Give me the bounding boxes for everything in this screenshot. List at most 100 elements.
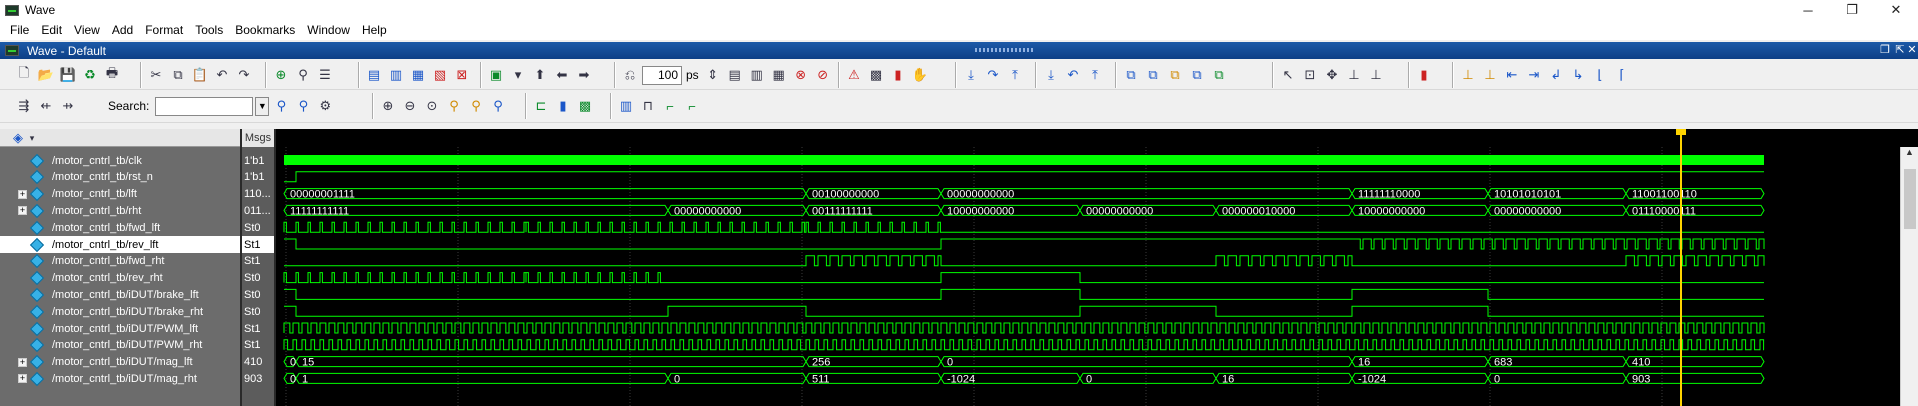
signal-row[interactable]: /motor_cntrl_tb/rev_lft	[0, 236, 240, 253]
expand-toggle-icon[interactable]: +	[18, 374, 27, 384]
next-transition-icon[interactable]: ⇥	[1524, 65, 1544, 85]
zoom-last-icon[interactable]: ⚲	[466, 96, 486, 116]
expand-toggle-icon[interactable]: +	[18, 357, 27, 367]
step-icon[interactable]: ⤓	[961, 65, 981, 85]
expand-all-icon[interactable]: ⇸	[58, 96, 78, 116]
run-length-input[interactable]	[642, 65, 682, 85]
wave-display-4-icon[interactable]: ⌐	[682, 96, 702, 116]
restore-pane-icon[interactable]: ❐	[1878, 43, 1892, 57]
menu-format[interactable]: Format	[139, 23, 189, 37]
close-pane-icon[interactable]: ✕	[1905, 43, 1918, 57]
print-icon[interactable]: 🖶	[102, 65, 122, 85]
restart-icon[interactable]: ⎌	[620, 65, 640, 85]
stop-wave-icon[interactable]: ▮	[1414, 65, 1434, 85]
edit-mode-2-icon[interactable]: ⊥	[1366, 65, 1386, 85]
menu-add[interactable]: Add	[106, 23, 139, 37]
signal-row[interactable]: /motor_cntrl_tb/rst_n	[0, 169, 240, 186]
signal-row[interactable]: /motor_cntrl_tb/fwd_rht	[0, 253, 240, 270]
layout-4-icon[interactable]: ⧉	[1187, 65, 1207, 85]
add-icon[interactable]: ⊕	[271, 65, 291, 85]
step-out-icon[interactable]: ⤒	[1005, 65, 1025, 85]
up-arrow-icon[interactable]: ⬆	[530, 65, 550, 85]
zoom-region-icon[interactable]: ▣	[486, 65, 506, 85]
hand-icon[interactable]: ✋	[910, 65, 930, 85]
search-input[interactable]	[155, 96, 254, 116]
step-back-out-icon[interactable]: ⤒	[1085, 65, 1105, 85]
minimize-button[interactable]: ─	[1786, 0, 1830, 20]
wave-format-2-icon[interactable]: ▮	[553, 96, 573, 116]
open-folder-icon[interactable]: 📂	[36, 65, 56, 85]
signal-row[interactable]: /motor_cntrl_tb/clk	[0, 152, 240, 169]
wave-clear-icon[interactable]: ⊠	[452, 65, 472, 85]
layout-5-icon[interactable]: ⧉	[1209, 65, 1229, 85]
wave-delete-icon[interactable]: ▧	[430, 65, 450, 85]
vertical-scrollbar[interactable]: ▲	[1900, 147, 1918, 406]
coverage-icon[interactable]: ▮	[888, 65, 908, 85]
search-dropdown-icon[interactable]: ▼	[255, 96, 270, 116]
left-arrow-icon[interactable]: ⬅	[552, 65, 572, 85]
prev-edge-icon[interactable]: ↲	[1546, 65, 1566, 85]
redo-icon[interactable]: ↷	[234, 65, 254, 85]
signal-row[interactable]: /motor_cntrl_tb/iDUT/brake_rht	[0, 303, 240, 320]
menu-help[interactable]: Help	[356, 23, 393, 37]
new-file-icon[interactable]: 🗋	[14, 65, 34, 85]
step-back-icon[interactable]: ⤓	[1041, 65, 1061, 85]
cut-icon[interactable]: ✂	[146, 65, 166, 85]
zoom-full-icon[interactable]: ⊙	[422, 96, 442, 116]
menu-view[interactable]: View	[68, 23, 106, 37]
format-icon[interactable]: ▤	[364, 65, 384, 85]
expand-toggle-icon[interactable]: +	[18, 189, 27, 199]
layout-2-icon[interactable]: ⧉	[1143, 65, 1163, 85]
expand-toggle-icon[interactable]: +	[18, 206, 27, 216]
menu-file[interactable]: File	[4, 23, 35, 37]
scroll-thumb[interactable]	[1904, 169, 1916, 229]
edit-mode-icon[interactable]: ⊥	[1344, 65, 1364, 85]
select-mode-icon[interactable]: ↖	[1278, 65, 1298, 85]
signal-row[interactable]: /motor_cntrl_tb/fwd_lft	[0, 219, 240, 236]
expand-icon[interactable]: ⇶	[14, 96, 34, 116]
zoom-cursor-icon[interactable]: ⚲	[444, 96, 464, 116]
wave-format-3-icon[interactable]: ▩	[575, 96, 595, 116]
save-icon[interactable]: 💾	[58, 65, 78, 85]
menu-edit[interactable]: Edit	[35, 23, 68, 37]
wave-display-2-icon[interactable]: ⊓	[638, 96, 658, 116]
step-back-over-icon[interactable]: ↶	[1063, 65, 1083, 85]
continue-icon[interactable]: ▥	[747, 65, 767, 85]
close-button[interactable]: ✕	[1874, 0, 1918, 20]
insert-cursor-icon[interactable]: ⊥	[1458, 65, 1478, 85]
wave-display-3-icon[interactable]: ⌐	[660, 96, 680, 116]
delete-cursor-icon[interactable]: ⊥	[1480, 65, 1500, 85]
signal-row[interactable]: /motor_cntrl_tb/iDUT/brake_lft	[0, 286, 240, 303]
scroll-up-icon[interactable]: ▲	[1901, 147, 1918, 163]
signal-row[interactable]: + /motor_cntrl_tb/rht	[0, 202, 240, 219]
search-next-icon[interactable]: ⚲	[293, 96, 313, 116]
search-prev-icon[interactable]: ⚲	[271, 96, 291, 116]
menu-bookmarks[interactable]: Bookmarks	[229, 23, 301, 37]
layout-1-icon[interactable]: ⧉	[1121, 65, 1141, 85]
run-icon[interactable]: ▤	[725, 65, 745, 85]
menu-tools[interactable]: Tools	[189, 23, 229, 37]
collapse-icon[interactable]: ⇷	[36, 96, 56, 116]
stop-icon[interactable]: ⊘	[813, 65, 833, 85]
waveform-canvas[interactable]: 00000001111 00100000000 00000000000 1111111…	[276, 129, 1900, 406]
signal-row[interactable]: + /motor_cntrl_tb/iDUT/mag_lft	[0, 354, 240, 371]
wave-paste-icon[interactable]: ▦	[408, 65, 428, 85]
zoom-mode-icon[interactable]: ⊡	[1300, 65, 1320, 85]
layout-3-icon[interactable]: ⧉	[1165, 65, 1185, 85]
right-arrow-icon[interactable]: ➡	[574, 65, 594, 85]
signal-row[interactable]: + /motor_cntrl_tb/iDUT/mag_rht	[0, 370, 240, 387]
search-options-icon[interactable]: ⚙	[315, 96, 335, 116]
memory-icon[interactable]: ▩	[866, 65, 886, 85]
menu-window[interactable]: Window	[301, 23, 356, 37]
find-icon[interactable]: ⚲	[293, 65, 313, 85]
step-over-icon[interactable]: ↷	[983, 65, 1003, 85]
wave-copy-icon[interactable]: ▥	[386, 65, 406, 85]
signal-row[interactable]: /motor_cntrl_tb/iDUT/PWM_rht	[0, 337, 240, 354]
performance-icon[interactable]: ⚠	[844, 65, 864, 85]
insert-dropdown-icon[interactable]: ▾	[508, 65, 528, 85]
signal-row[interactable]: /motor_cntrl_tb/iDUT/PWM_lft	[0, 320, 240, 337]
zoom-in-icon[interactable]: ⊕	[378, 96, 398, 116]
rising-edge-icon[interactable]: ⌈	[1612, 65, 1632, 85]
falling-edge-icon[interactable]: ⌊	[1590, 65, 1610, 85]
reload-icon[interactable]: ♻	[80, 65, 100, 85]
